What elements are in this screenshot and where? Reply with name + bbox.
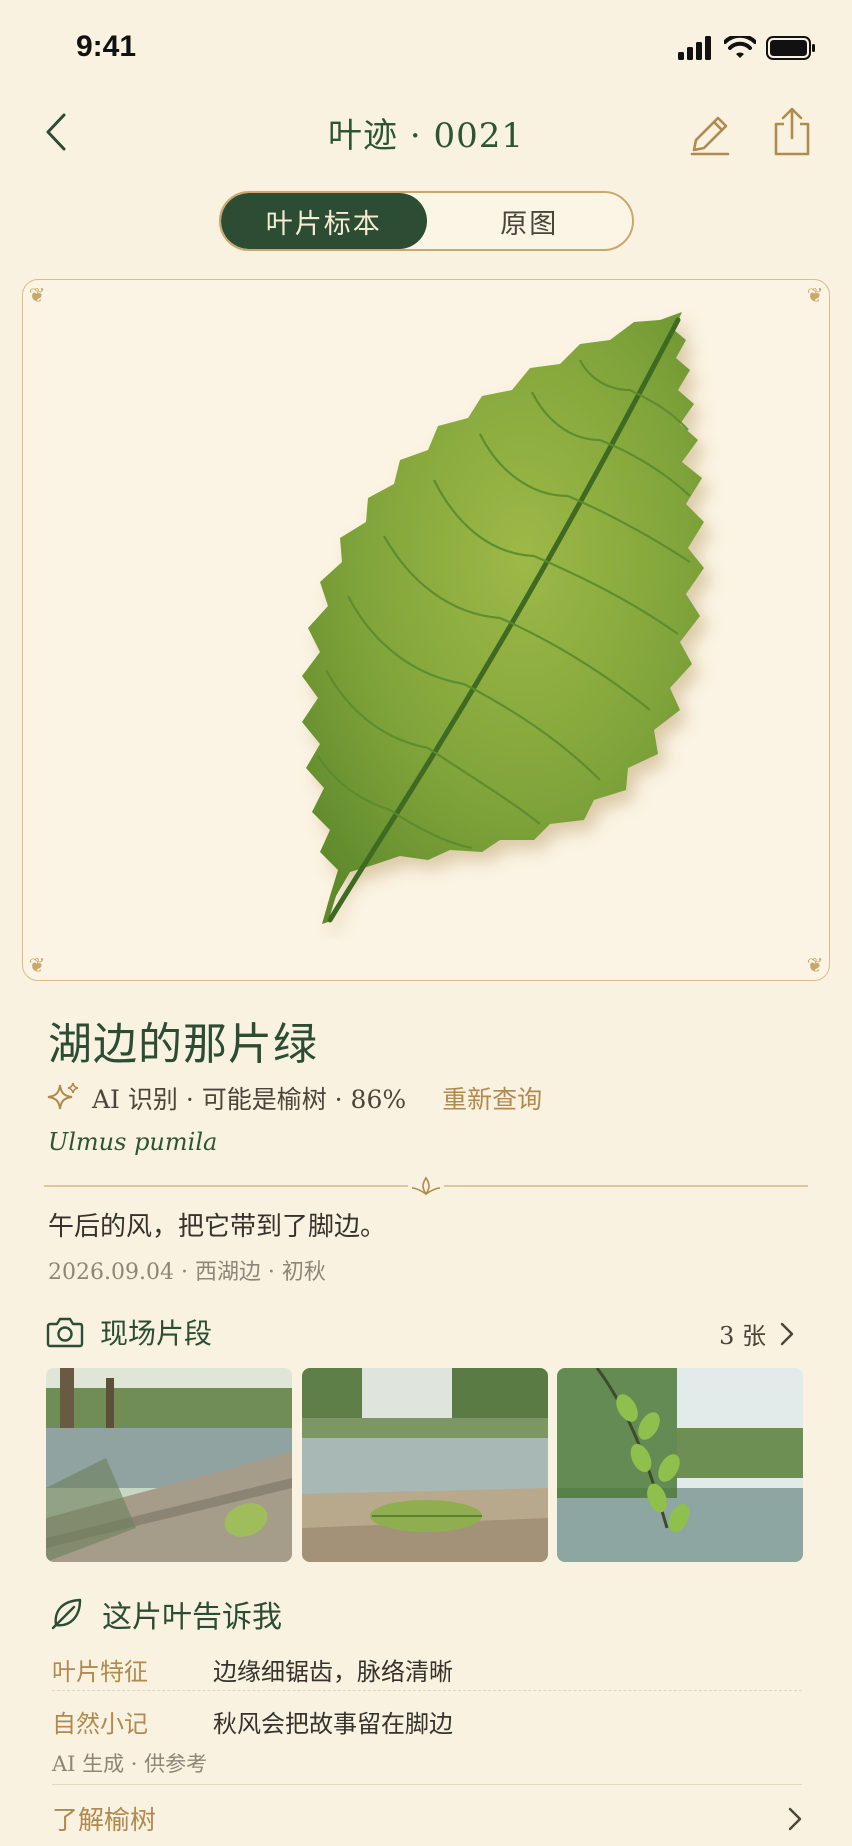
view-segment: 叶片标本 原图 — [219, 191, 634, 251]
tab-original-photo[interactable]: 原图 — [427, 193, 633, 249]
requery-link[interactable]: 重新查询 — [442, 1080, 542, 1116]
corner-ornament-icon: ❦ — [28, 953, 46, 977]
info-row-value: 秋风会把故事留在脚边 — [213, 1710, 453, 1738]
share-icon — [774, 107, 810, 156]
ai-generated-note: AI 生成 · 供参考 — [52, 1752, 208, 1776]
status-icons — [678, 36, 816, 60]
camera-icon — [46, 1317, 84, 1348]
learn-more-link[interactable]: 了解榆树 — [52, 1800, 802, 1837]
corner-ornament-icon: ❦ — [806, 283, 824, 307]
pencil-icon — [690, 116, 730, 156]
info-row-key: 叶片特征 — [52, 1658, 148, 1686]
signal-icon — [678, 36, 711, 60]
sparkle-icon — [47, 1082, 79, 1110]
tells-section-header: 这片叶告诉我 — [50, 1592, 282, 1636]
scene-section-title: 现场片段 — [100, 1317, 213, 1350]
status-time: 9:41 — [76, 30, 137, 63]
share-button[interactable] — [768, 106, 816, 158]
leaf-title: 湖边的那片绿 — [48, 1019, 318, 1070]
row-divider — [52, 1690, 802, 1691]
leaf-specimen-image — [250, 300, 750, 940]
leaf-icon — [51, 1598, 82, 1630]
scene-photo-2[interactable] — [302, 1368, 548, 1562]
ornament-divider — [44, 1174, 808, 1198]
wifi-icon — [724, 36, 756, 58]
latin-name: Ulmus pumila — [48, 1128, 218, 1156]
battery-icon — [766, 36, 815, 60]
leaf-meta: 2026.09.04 · 西湖边 · 初秋 — [48, 1260, 326, 1285]
scene-photo-3[interactable] — [557, 1368, 803, 1562]
chevron-right-icon — [780, 1322, 794, 1345]
chevron-right-icon — [788, 1807, 802, 1830]
scene-section-header: 现场片段 — [46, 1312, 212, 1352]
info-row-key: 自然小记 — [52, 1710, 148, 1738]
learn-more-label: 了解榆树 — [52, 1806, 157, 1836]
ai-identification: AI 识别 · 可能是榆树 · 86% 重新查询 — [46, 1080, 542, 1116]
leaf-note: 午后的风，把它带到了脚边。 — [48, 1212, 387, 1242]
corner-ornament-icon: ❦ — [28, 283, 46, 307]
tells-section-title: 这片叶告诉我 — [102, 1600, 282, 1635]
info-row: 叶片特征 边缘细锯齿，脉络清晰 — [52, 1652, 802, 1687]
info-row: 自然小记 秋风会把故事留在脚边 — [52, 1704, 802, 1739]
edit-button[interactable] — [686, 110, 734, 158]
corner-ornament-icon: ❦ — [806, 953, 824, 977]
info-row-value: 边缘细锯齿，脉络清晰 — [213, 1658, 453, 1686]
tab-leaf-specimen[interactable]: 叶片标本 — [221, 193, 427, 249]
scene-count: 3 张 — [719, 1322, 766, 1350]
learn-divider — [52, 1784, 802, 1785]
ai-identification-text: AI 识别 · 可能是榆树 · 86% — [92, 1085, 407, 1114]
scene-photo-1[interactable] — [46, 1368, 292, 1562]
scene-count-link[interactable]: 3 张 — [719, 1316, 794, 1351]
